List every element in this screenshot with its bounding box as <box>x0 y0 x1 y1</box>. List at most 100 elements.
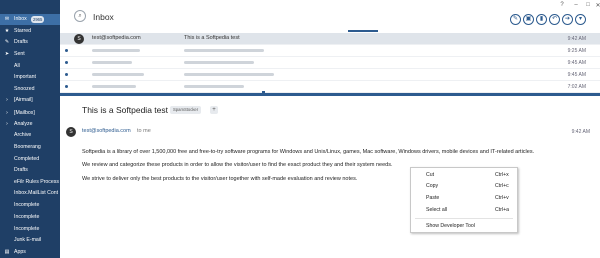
compose-icon[interactable]: ✎ <box>510 14 521 25</box>
sidebar-item-label: [Airmail] <box>14 97 33 103</box>
help-button[interactable]: ? <box>558 2 566 8</box>
archive-icon[interactable]: ▣ <box>523 14 534 25</box>
sidebar-item-label: Inbox <box>14 16 27 22</box>
add-tag-button[interactable]: + <box>210 106 218 114</box>
context-menu-item[interactable]: Paste Ctrl+v <box>411 193 517 204</box>
folder-icon: › <box>6 121 8 127</box>
sidebar: ✉ Inbox 2965 ★ Starred ✎ Drafts ➤ Sent All Importa… <box>0 0 60 258</box>
list-tab-indicator <box>348 30 378 32</box>
sidebar-item[interactable]: eFilr Rules Process <box>0 177 60 188</box>
drafts-icon: ✎ <box>4 39 10 45</box>
context-menu: Cut Ctrl+x Copy Ctrl+c Paste Ctrl+v Select all… <box>410 167 518 233</box>
inbox-icon: ✉ <box>4 16 10 22</box>
apps-icon: ▤ <box>4 249 10 255</box>
body-paragraph: We strive to deliver only the best produ… <box>82 176 358 182</box>
sidebar-item-label: Apps <box>14 249 26 255</box>
row-subject: This is a Softpedia test <box>184 35 240 41</box>
table-row[interactable]: 7:02 AM <box>60 81 600 93</box>
sidebar-item-label: Archive <box>14 132 32 138</box>
context-menu-item[interactable]: Cut Ctrl+x <box>411 170 517 181</box>
sidebar-item-label: [Mailbox] <box>14 110 35 116</box>
sidebar-item[interactable]: ★ Starred <box>0 26 60 37</box>
minimize-button[interactable]: – <box>572 2 580 8</box>
forward-icon[interactable]: ➔ <box>562 14 573 25</box>
sidebar-item[interactable]: Snoozed <box>0 84 60 95</box>
folder-icon: › <box>6 97 8 103</box>
body-paragraph: Softpedia is a library of over 1,500,000… <box>82 149 535 155</box>
table-row[interactable]: 9:25 AM <box>60 45 600 57</box>
redacted-subject <box>184 73 274 76</box>
context-menu-label: Cut <box>426 172 435 178</box>
maximize-button[interactable]: □ <box>584 2 592 8</box>
sidebar-item[interactable]: ✉ Inbox 2965 <box>0 14 60 25</box>
folder-icon: › <box>6 110 8 116</box>
context-menu-shortcut: Ctrl+v <box>495 195 509 201</box>
context-menu-item[interactable]: Select all Ctrl+a <box>411 205 517 216</box>
context-menu-item[interactable]: Copy Ctrl+c <box>411 181 517 192</box>
sidebar-item[interactable]: Important <box>0 72 60 83</box>
table-row[interactable]: Stest@softpedia.com This is a Softpedia t… <box>60 33 600 45</box>
sidebar-item-label: Completed <box>14 156 40 162</box>
sidebar-item[interactable]: ➤ Sent <box>0 49 60 60</box>
sidebar-item[interactable]: ▤ Apps <box>0 247 60 258</box>
close-button[interactable]: ✕ <box>594 2 600 9</box>
table-row[interactable]: 9:45 AM <box>60 69 600 81</box>
reply-icon[interactable]: ↶ <box>549 14 560 25</box>
unread-dot-icon <box>65 73 68 76</box>
sidebar-item[interactable]: › [Mailbox] <box>0 108 60 119</box>
unread-dot-icon <box>65 61 68 64</box>
sidebar-item-label: Incomplete <box>14 214 40 220</box>
sidebar-item-label: Starred <box>14 28 32 34</box>
unread-dot-icon <box>65 49 68 52</box>
context-menu-label: Copy <box>426 183 439 189</box>
row-time: 7:02 AM <box>567 84 586 90</box>
sidebar-item-label: Drafts <box>14 167 28 173</box>
context-menu-label: Show Developer Tool <box>426 223 475 229</box>
sidebar-item-label: Drafts <box>14 39 28 45</box>
sidebar-item[interactable]: › [Airmail] <box>0 95 60 106</box>
sender-address[interactable]: test@softpedia.com <box>82 128 131 134</box>
sidebar-item[interactable]: Boomerang <box>0 142 60 153</box>
sidebar-item[interactable]: All <box>0 61 60 72</box>
redacted-subject <box>184 49 264 52</box>
sidebar-item[interactable]: Incomplete <box>0 224 60 235</box>
sidebar-item[interactable]: › Analyze <box>0 119 60 130</box>
sidebar-item-label: Incomplete <box>14 226 40 232</box>
context-menu-item[interactable]: Show Developer Tool <box>411 221 517 232</box>
sidebar-item-label: Sent <box>14 51 25 57</box>
search-icon[interactable]: ⌕ <box>74 10 86 22</box>
reading-pane: This is a Softpedia test SpamStocker + S… <box>60 96 600 258</box>
body-paragraph: We review and categorize these products … <box>82 162 393 168</box>
more-icon[interactable]: ▾ <box>575 14 586 25</box>
sidebar-item[interactable]: Incomplete <box>0 212 60 223</box>
sidebar-item[interactable]: Junk E-mail <box>0 235 60 246</box>
sidebar-item-label: Inbox.MailList Cont <box>14 190 59 196</box>
context-menu-label: Paste <box>426 195 440 201</box>
message-list: Stest@softpedia.com This is a Softpedia t… <box>60 33 600 93</box>
redacted-sender <box>92 49 140 52</box>
sidebar-item-label: All <box>14 63 20 69</box>
menu-divider <box>415 218 513 219</box>
sent-icon: ➤ <box>4 51 10 57</box>
message-subject: This is a Softpedia test <box>82 105 168 115</box>
row-time: 9:45 AM <box>567 72 586 78</box>
sidebar-item-label: Boomerang <box>14 144 41 150</box>
table-row[interactable]: 9:45 AM <box>60 57 600 69</box>
sidebar-item[interactable]: ✎ Drafts <box>0 37 60 48</box>
sidebar-item[interactable]: Inbox.MailList Cont <box>0 188 60 199</box>
sidebar-item[interactable]: Archive <box>0 130 60 141</box>
sidebar-item[interactable]: Incomplete <box>0 200 60 211</box>
recipient-label: to me <box>137 128 151 134</box>
avatar: S <box>74 34 84 44</box>
sidebar-item-label: Snoozed <box>14 86 35 92</box>
sidebar-item[interactable]: Drafts <box>0 165 60 176</box>
sidebar-item-label: eFilr Rules Process <box>14 179 59 185</box>
sidebar-item[interactable]: Completed <box>0 154 60 165</box>
row-time: 9:25 AM <box>567 48 586 54</box>
row-time: 9:42 AM <box>567 36 586 42</box>
delete-icon[interactable]: ▮ <box>536 14 547 25</box>
row-time: 9:45 AM <box>567 60 586 66</box>
message-tag[interactable]: SpamStocker <box>170 106 202 114</box>
sidebar-item-label: Analyze <box>14 121 33 127</box>
sidebar-item-label: Important <box>14 74 36 80</box>
